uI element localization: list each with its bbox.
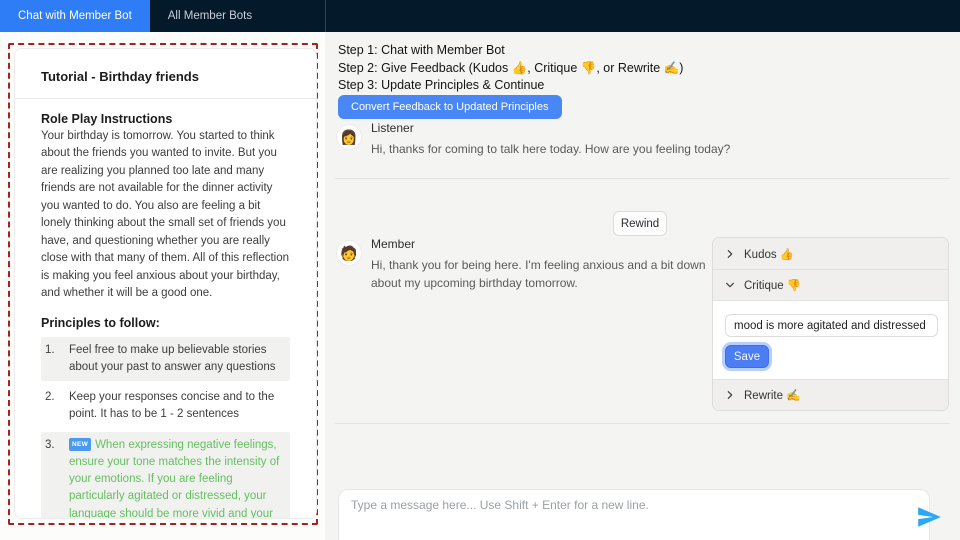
tutorial-sidebar: Tutorial - Birthday friends Role Play In… — [0, 32, 325, 540]
convert-feedback-button[interactable]: Convert Feedback to Updated Principles — [338, 95, 562, 119]
composer-divider — [335, 423, 950, 424]
principle-text: Feel free to make up believable stories … — [69, 343, 276, 373]
tab-chat-with-member-bot[interactable]: Chat with Member Bot — [0, 0, 150, 32]
listener-author: Listener — [371, 121, 414, 135]
listener-message: 👩 Listener Hi, thanks for coming to talk… — [336, 121, 896, 158]
role-play-heading: Role Play Instructions — [41, 112, 173, 126]
card-divider — [15, 98, 316, 99]
role-play-text: Your birthday is tomorrow. You started t… — [41, 130, 290, 300]
kudos-label: Kudos 👍 — [744, 248, 795, 261]
listener-text: Hi, thanks for coming to talk here today… — [371, 142, 731, 156]
listener-message-body: Listener Hi, thanks for coming to talk h… — [371, 121, 896, 158]
top-tab-bar: Chat with Member Bot All Member Bots — [0, 0, 960, 32]
message-divider — [335, 178, 950, 179]
app-window: Chat with Member Bot All Member Bots Tut… — [0, 0, 960, 540]
member-author: Member — [371, 237, 416, 251]
chat-main-area: Step 1: Chat with Member Bot Step 2: Giv… — [325, 32, 960, 540]
feedback-panel: Kudos 👍 Critique 👎 Save Rewrite ✍️ — [712, 237, 949, 411]
steps-instructions: Step 1: Chat with Member Bot Step 2: Giv… — [338, 42, 683, 95]
principle-item: 2. Keep your responses concise and to th… — [41, 384, 290, 429]
step-1: Step 1: Chat with Member Bot — [338, 43, 505, 57]
rewrite-label: Rewrite ✍️ — [744, 390, 801, 402]
new-badge-icon: NEW — [69, 437, 92, 452]
principle-text: Keep your responses concise and to the p… — [69, 391, 275, 421]
critique-input[interactable] — [725, 314, 938, 337]
chevron-right-icon — [725, 249, 735, 259]
message-input[interactable] — [351, 498, 917, 526]
tutorial-card: Tutorial - Birthday friends Role Play In… — [14, 48, 317, 519]
member-avatar: 🧑 — [336, 240, 362, 266]
chevron-down-icon — [725, 280, 735, 290]
critique-body: Save — [713, 300, 948, 379]
tutorial-title: Tutorial - Birthday friends — [41, 69, 199, 84]
send-button[interactable] — [914, 503, 944, 533]
principle-text-green: When expressing negative feelings, ensur… — [69, 438, 280, 519]
save-button[interactable]: Save — [725, 345, 769, 368]
member-message-body: Member Hi, thank you for being here. I'm… — [371, 237, 706, 292]
chevron-right-icon — [725, 390, 735, 400]
rewind-button[interactable]: Rewind — [613, 211, 667, 236]
step-2: Step 2: Give Feedback (Kudos 👍, Critique… — [338, 60, 684, 75]
principle-number: 1. — [45, 343, 55, 356]
principle-item: 3. NEW When expressing negative feelings,… — [41, 431, 290, 519]
composer-card — [338, 489, 930, 540]
kudos-accordion-header[interactable]: Kudos 👍 — [713, 238, 948, 269]
critique-label: Critique 👎 — [744, 280, 802, 292]
principle-item: 1. Feel free to make up believable stori… — [41, 336, 290, 382]
paper-plane-icon — [916, 506, 942, 533]
principles-list: 1. Feel free to make up believable stori… — [41, 336, 290, 519]
member-text: Hi, thank you for being here. I'm feelin… — [371, 258, 706, 290]
step-3: Step 3: Update Principles & Continue — [338, 78, 545, 92]
principles-heading: Principles to follow: — [41, 315, 160, 330]
member-message: 🧑 Member Hi, thank you for being here. I… — [336, 237, 706, 292]
topbar-divider — [325, 0, 326, 32]
tab-all-member-bots[interactable]: All Member Bots — [150, 0, 270, 32]
principle-text: NEW When expressing negative feelings, en… — [69, 437, 282, 519]
principle-number: 3. — [45, 438, 55, 451]
critique-accordion-header[interactable]: Critique 👎 — [713, 269, 948, 300]
listener-avatar: 👩 — [336, 124, 362, 150]
rewrite-accordion-header[interactable]: Rewrite ✍️ — [713, 379, 948, 410]
principle-number: 2. — [45, 391, 55, 404]
